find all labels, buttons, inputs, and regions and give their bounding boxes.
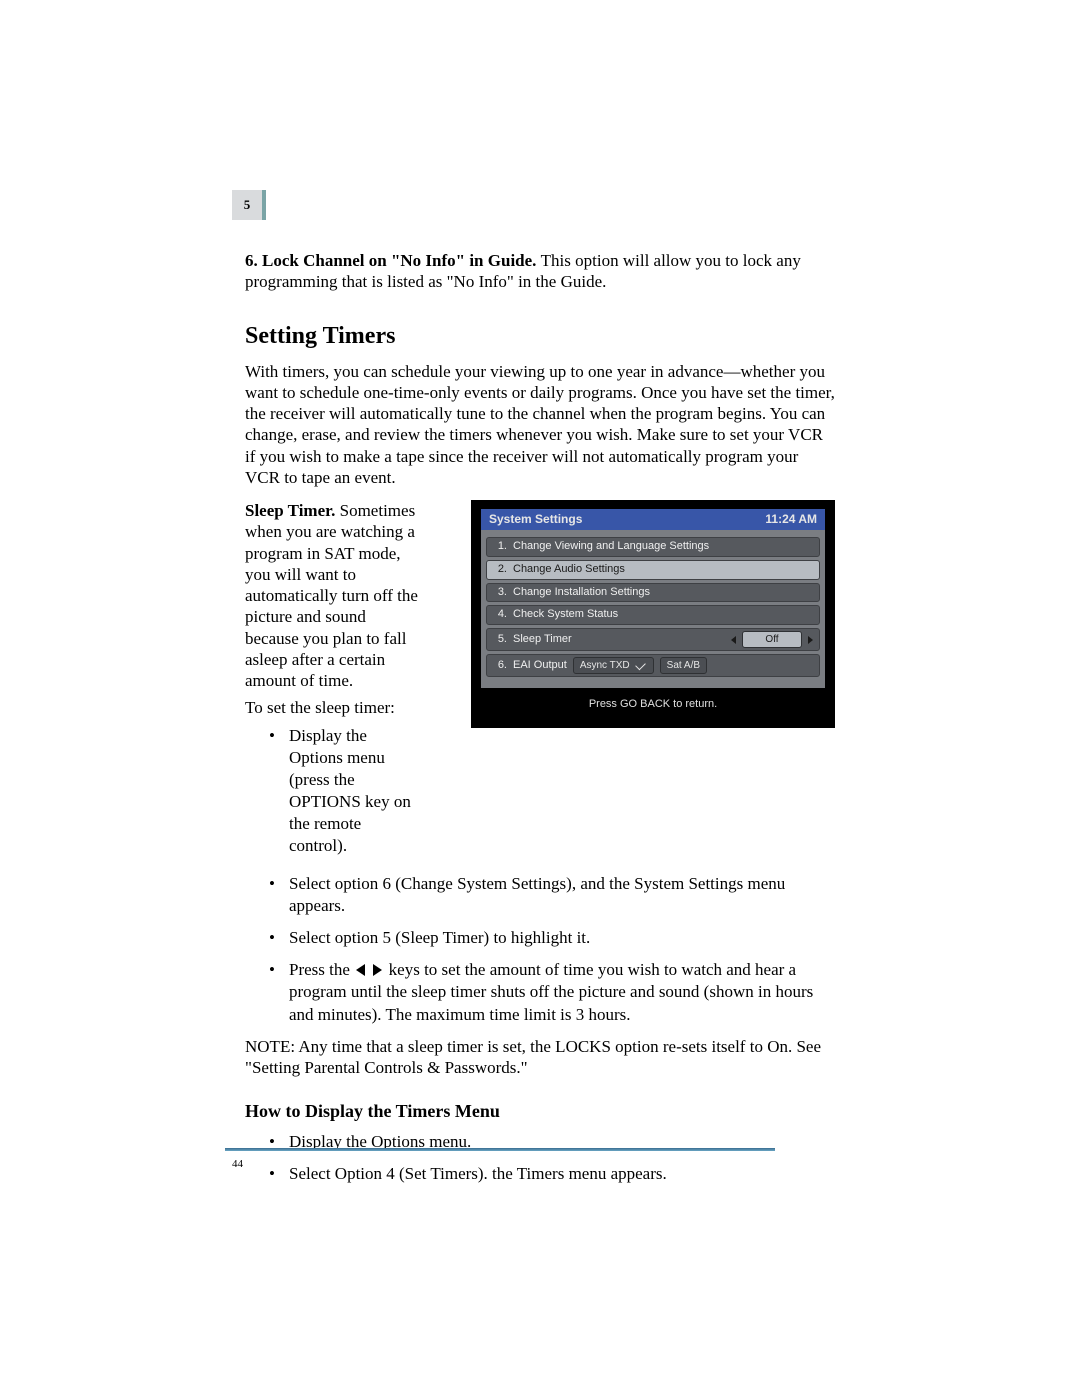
osd-row-label: Sleep Timer [513,633,725,647]
osd-row-label: EAI Output [513,659,567,673]
osd-row-num: 1. [493,540,507,554]
osd-row-3[interactable]: 3. Change Installation Settings [486,583,820,603]
sleep-timer-text: Sleep Timer. Sometimes when you are watc… [245,500,435,867]
bullet-display-options: Display the Options menu (press the OPTI… [259,725,421,858]
sleep-timer-p2: To set the sleep timer: [245,697,421,718]
lock-channel-para: 6. Lock Channel on "No Info" in Guide. T… [245,250,835,293]
page-number: 44 [232,1158,243,1170]
bullet-select-6: Select option 6 (Change System Settings)… [259,873,835,917]
eai-mode[interactable]: Async TXD [573,657,654,674]
right-arrow-icon [373,964,382,976]
osd-row-label: Change Viewing and Language Settings [513,540,813,554]
osd-time: 11:24 AM [765,512,817,527]
osd-row-2[interactable]: 2. Change Audio Settings [486,560,820,580]
b4-part-b: keys to set the amount of time you wish … [289,960,813,1023]
bullet-select-5: Select option 5 (Sleep Timer) to highlig… [259,927,835,949]
sleep-timer-p1: Sometimes when you are watching a progra… [245,501,418,690]
page: 5 6. Lock Channel on "No Info" in Guide.… [0,0,1080,1397]
osd-header: System Settings 11:24 AM [481,509,825,530]
b4-part-a: Press the [289,960,354,979]
osd-row-label: Change Audio Settings [513,563,813,577]
chapter-tab: 5 [232,190,262,220]
heading-display-timers: How to Display the Timers Menu [245,1100,835,1123]
osd-row-num: 3. [493,586,507,600]
heading-setting-timers: Setting Timers [245,321,835,351]
check-icon [635,659,646,670]
osd-row-label: Check System Status [513,608,813,622]
osd-title: System Settings [489,512,582,527]
lock-channel-lead: 6. Lock Channel on "No Info" in Guide. [245,251,541,270]
osd-row-5[interactable]: 5. Sleep Timer Off [486,628,820,651]
osd-row-num: 5. [493,633,507,647]
eai-sat[interactable]: Sat A/B [660,657,707,674]
left-arrow-icon[interactable] [731,636,736,644]
footer-rule [225,1148,775,1151]
bullet-press-arrows: Press the keys to set the amount of time… [259,959,835,1025]
left-arrow-icon [356,964,365,976]
osd-row-1[interactable]: 1. Change Viewing and Language Settings [486,537,820,557]
osd-row-label: Change Installation Settings [513,586,813,600]
sleep-timer-lead: Sleep Timer. [245,501,340,520]
content-body: 6. Lock Channel on "No Info" in Guide. T… [245,250,835,1185]
system-settings-osd: System Settings 11:24 AM 1. Change Viewi… [471,500,835,728]
bullet-select-4: Select Option 4 (Set Timers). the Timers… [259,1163,835,1185]
osd-row-6[interactable]: 6. EAI Output Async TXD Sat A/B [486,654,820,677]
timers-intro: With timers, you can schedule your viewi… [245,361,835,489]
osd-row-4[interactable]: 4. Check System Status [486,605,820,625]
eai-mode-text: Async TXD [580,658,630,673]
osd-row-num: 6. [493,659,507,673]
osd-footer: Press GO BACK to return. [481,688,825,716]
sleep-timer-value[interactable]: Off [742,631,802,648]
osd-body: 1. Change Viewing and Language Settings … [481,530,825,688]
osd-row-num: 2. [493,563,507,577]
osd-row-num: 4. [493,608,507,622]
note-text: NOTE: Any time that a sleep timer is set… [245,1036,835,1079]
right-arrow-icon[interactable] [808,636,813,644]
